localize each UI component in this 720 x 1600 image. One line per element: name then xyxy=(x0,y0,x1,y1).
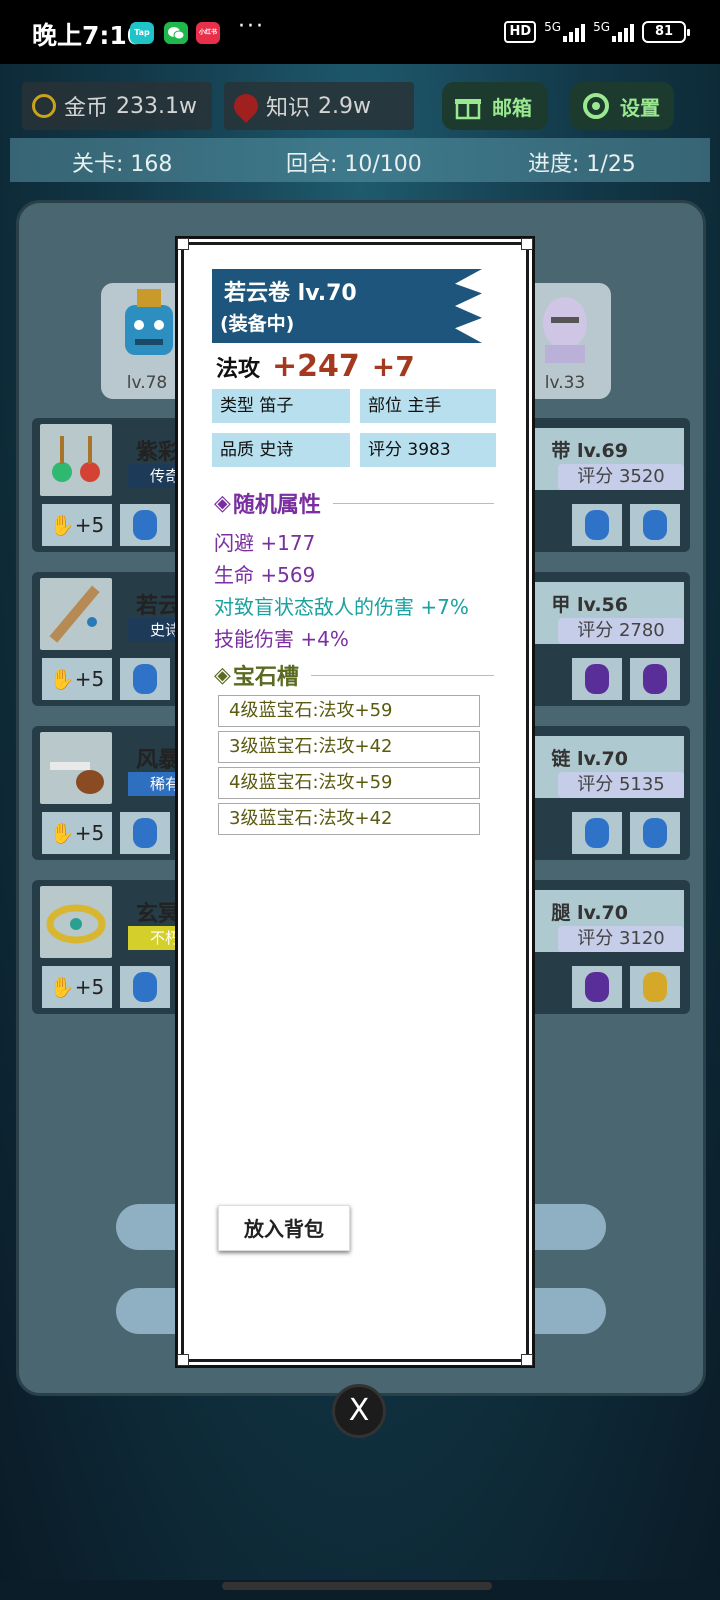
network-label-2: 5G xyxy=(593,20,610,34)
gem-slot-icon xyxy=(120,504,170,546)
gem-slot-icon xyxy=(630,966,680,1008)
main-stat-label: 法攻 xyxy=(216,357,261,382)
close-button[interactable]: X xyxy=(332,1384,386,1438)
gift-icon xyxy=(455,99,481,120)
put-in-bag-button[interactable]: 放入背包 xyxy=(218,1205,350,1251)
right-equipment-score: 评分 3120 xyxy=(558,926,684,952)
settings-label: 设置 xyxy=(620,95,660,120)
flame-icon xyxy=(229,89,263,123)
hero-card-left[interactable]: lv.78 xyxy=(101,283,193,399)
item-title-banner: 若云卷 lv.70 (装备中) xyxy=(212,269,482,343)
enhance-level: ✋+5 xyxy=(42,504,112,546)
gem-slot-icon xyxy=(572,658,622,700)
status-time: 晚上7:10 xyxy=(32,21,145,50)
home-indicator[interactable] xyxy=(222,1582,492,1590)
modal-corner xyxy=(521,1354,533,1366)
gold-label: 金币 xyxy=(64,96,109,121)
right-equipment-level: 甲 lv.56 xyxy=(551,594,628,616)
random-attributes-header: ◈ 随机属性 xyxy=(214,487,494,519)
pipe-item-icon xyxy=(40,732,112,804)
signal-icon-2 xyxy=(612,22,634,42)
progress-counter: 进度: 1/25 xyxy=(528,152,636,177)
gem-slot-icon xyxy=(572,504,622,546)
settings-button[interactable]: 设置 xyxy=(570,82,674,130)
xiaohongshu-icon: 小红书 xyxy=(196,22,220,44)
item-title: 若云卷 lv.70 xyxy=(224,281,357,306)
right-equipment-score: 评分 5135 xyxy=(558,772,684,798)
right-equipment-score: 评分 3520 xyxy=(558,464,684,490)
wechat-icon xyxy=(164,22,188,44)
battery-icon: 81 xyxy=(642,21,690,43)
enhance-level: ✋+5 xyxy=(42,658,112,700)
tap-app-icon: Tap xyxy=(130,22,154,44)
score-tag: 评分 3983 xyxy=(360,433,496,467)
gold-display: 金币 233.1w xyxy=(22,82,212,130)
item-detail-modal: 若云卷 lv.70 (装备中) 法攻 +247 +7 类型 笛子 部位 主手 品… xyxy=(177,238,533,1366)
hero-level: lv.78 xyxy=(126,373,168,393)
right-equipment-level: 链 lv.70 xyxy=(551,748,628,770)
stage-info-bar: 关卡: 168 回合: 10/100 进度: 1/25 xyxy=(10,138,710,182)
hd-icon: HD xyxy=(504,21,537,43)
gem-slot-icon xyxy=(120,658,170,700)
gem-slot: 3级蓝宝石:法攻+42 xyxy=(218,803,480,835)
gem-slot-icon xyxy=(120,966,170,1008)
hero-level: lv.33 xyxy=(544,373,586,393)
gem-slot: 3级蓝宝石:法攻+42 xyxy=(218,731,480,763)
gem-slot-icon xyxy=(630,812,680,854)
random-attr: 技能伤害 +4% xyxy=(214,627,349,651)
enhance-level: ✋+5 xyxy=(42,812,112,854)
status-indicators: HD 5G 5G 81 xyxy=(504,18,690,46)
flute-item-icon xyxy=(40,578,112,650)
equipped-note: (装备中) xyxy=(220,313,295,335)
enhance-level: ✋+5 xyxy=(42,966,112,1008)
knowledge-label: 知识 xyxy=(266,96,311,121)
gem-slot: 4级蓝宝石:法攻+59 xyxy=(218,695,480,727)
gem-slot-icon xyxy=(572,812,622,854)
gem-slot-icon xyxy=(120,812,170,854)
gem-slot-icon xyxy=(630,504,680,546)
diamond-icon: ◈ xyxy=(214,490,231,516)
mail-button[interactable]: 邮箱 xyxy=(442,82,548,130)
signal-icon-1 xyxy=(563,22,586,42)
knowledge-value: 2.9w xyxy=(318,93,371,119)
hero-card-right[interactable]: lv.33 xyxy=(519,283,611,399)
knight-hero-icon xyxy=(543,297,587,363)
right-equipment-level: 腿 lv.70 xyxy=(551,902,628,924)
settings-icon xyxy=(583,93,609,119)
random-attributes-title: 随机属性 xyxy=(232,493,321,518)
random-attr: 闪避 +177 xyxy=(214,531,316,555)
network-label-1: 5G xyxy=(544,20,562,34)
stage-level: 关卡: 168 xyxy=(72,152,173,177)
gem-slots-header: ◈ 宝石槽 xyxy=(214,659,494,691)
knowledge-display: 知识 2.9w xyxy=(224,82,414,130)
round-counter: 回合: 10/100 xyxy=(286,152,422,177)
status-bar: 晚上7:10 Tap 小红书 ··· HD 5G 5G 81 xyxy=(0,0,720,64)
gem-slot-icon xyxy=(630,658,680,700)
right-equipment-level: 带 lv.69 xyxy=(551,440,628,462)
ring-item-icon xyxy=(40,886,112,958)
gem-slot-icon xyxy=(572,966,622,1008)
main-stat: 法攻 +247 +7 xyxy=(216,349,415,384)
mail-label: 邮箱 xyxy=(492,95,532,120)
slot-tag: 部位 主手 xyxy=(360,389,496,423)
modal-corner xyxy=(521,238,533,250)
right-equipment-score: 评分 2780 xyxy=(558,618,684,644)
modal-corner xyxy=(177,238,189,250)
main-stat-bonus: +7 xyxy=(371,350,415,383)
random-attr: 生命 +569 xyxy=(214,563,316,587)
gem-slot: 4级蓝宝石:法攻+59 xyxy=(218,767,480,799)
coin-icon xyxy=(32,94,56,118)
type-tag: 类型 笛子 xyxy=(212,389,350,423)
more-notifications-icon: ··· xyxy=(238,14,265,39)
earring-item-icon xyxy=(40,424,112,496)
random-attr: 对致盲状态敌人的伤害 +7% xyxy=(214,595,469,619)
gem-slots-title: 宝石槽 xyxy=(232,665,299,690)
gold-value: 233.1w xyxy=(116,93,197,119)
diamond-icon: ◈ xyxy=(214,662,231,688)
ogre-hero-icon xyxy=(125,289,173,355)
main-stat-value: +247 xyxy=(272,349,360,384)
modal-corner xyxy=(177,1354,189,1366)
quality-tag: 品质 史诗 xyxy=(212,433,350,467)
